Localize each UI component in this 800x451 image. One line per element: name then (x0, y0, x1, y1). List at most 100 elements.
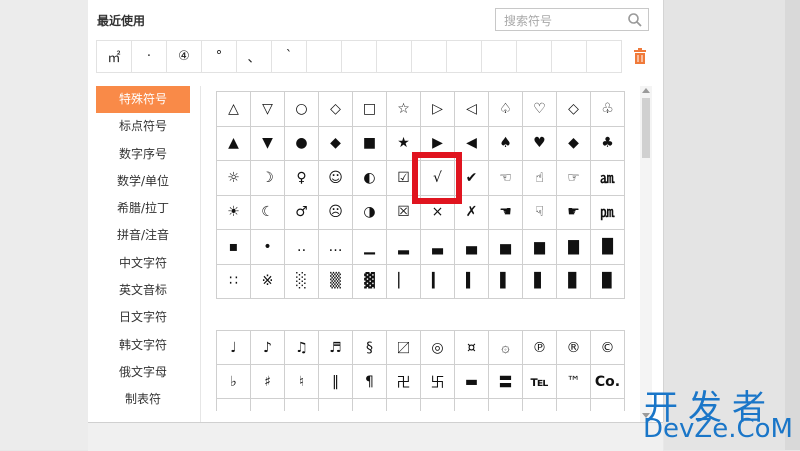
recent-symbol-cell[interactable] (482, 41, 517, 72)
symbol-cell[interactable]: ▁ (353, 230, 387, 265)
symbol-cell[interactable]: ♯ (251, 365, 285, 399)
symbol-cell[interactable]: █ (591, 230, 625, 265)
symbol-cell[interactable]: ☚ (489, 195, 523, 230)
recent-symbol-cell[interactable]: ㎡ (97, 41, 132, 72)
scroll-up-icon[interactable] (642, 88, 650, 93)
symbol-cell[interactable]: ※ (251, 264, 285, 299)
sidebar-item[interactable]: 制表符 (96, 386, 190, 413)
recent-symbol-cell[interactable]: ④ (167, 41, 202, 72)
symbol-cell[interactable]: ▽ (251, 92, 285, 127)
sidebar-item[interactable]: 俄文字母 (96, 359, 190, 386)
trash-icon[interactable] (633, 48, 647, 64)
symbol-cell[interactable]: ◁ (455, 92, 489, 127)
recent-symbol-cell[interactable] (377, 41, 412, 72)
symbol-cell[interactable]: ☽ (251, 161, 285, 196)
symbol-cell[interactable]: ◎ (421, 331, 455, 365)
sidebar-item[interactable]: 希腊/拉丁 (96, 195, 190, 222)
symbol-cell[interactable]: ¶ (353, 365, 387, 399)
symbol-cell[interactable] (387, 399, 421, 411)
symbol-cell[interactable]: ☀ (217, 195, 251, 230)
symbol-cell[interactable]: ▒ (319, 264, 353, 299)
symbol-cell[interactable]: ◇ (319, 92, 353, 127)
symbol-cell[interactable]: ▪ (217, 230, 251, 265)
symbol-cell[interactable]: ◐ (353, 161, 387, 196)
symbol-cell[interactable]: ♠ (489, 126, 523, 161)
recent-symbol-cell[interactable] (307, 41, 342, 72)
symbol-cell[interactable]: ∷ (217, 264, 251, 299)
symbol-cell[interactable]: ♤ (489, 92, 523, 127)
symbol-cell[interactable]: 〓 (489, 365, 523, 399)
symbol-cell[interactable]: ◆ (557, 126, 591, 161)
sidebar-item[interactable]: 特殊符号 (96, 86, 190, 114)
symbol-cell[interactable]: ☆ (387, 92, 421, 127)
symbol-cell[interactable]: ◑ (353, 195, 387, 230)
symbol-cell[interactable]: ☞ (557, 161, 591, 196)
symbol-cell[interactable] (421, 399, 455, 411)
symbol-cell[interactable]: ☼ (217, 161, 251, 196)
recent-symbol-cell[interactable] (587, 41, 622, 72)
search-input[interactable] (502, 10, 626, 31)
symbol-cell[interactable]: ▋ (523, 264, 557, 299)
symbol-cell[interactable]: ▷ (421, 92, 455, 127)
symbol-cell[interactable] (557, 399, 591, 411)
scrollbar-thumb[interactable] (642, 98, 650, 158)
symbol-cell[interactable]: ▬ (455, 365, 489, 399)
symbol-cell[interactable]: ▲ (217, 126, 251, 161)
symbol-cell[interactable]: ▃ (421, 230, 455, 265)
symbol-cell[interactable]: ♮ (285, 365, 319, 399)
symbol-cell[interactable]: ■ (353, 126, 387, 161)
symbol-cell[interactable]: ㏘ (591, 195, 625, 230)
symbol-cell[interactable]: ◇ (557, 92, 591, 127)
sidebar-item[interactable]: 数学/单位 (96, 168, 190, 195)
symbol-cell[interactable]: ‖ (319, 365, 353, 399)
symbol-cell[interactable]: ▍ (455, 264, 489, 299)
symbol-cell[interactable]: ▇ (557, 230, 591, 265)
symbol-cell[interactable]: ♫ (285, 331, 319, 365)
symbol-cell[interactable]: ♣ (591, 126, 625, 161)
symbol-cell[interactable] (319, 399, 353, 411)
symbol-cell[interactable]: ☛ (557, 195, 591, 230)
symbol-cell[interactable]: ♡ (523, 92, 557, 127)
symbol-cell[interactable]: Co. (591, 365, 625, 399)
symbol-cell[interactable]: ▊ (557, 264, 591, 299)
symbol-cell[interactable]: ▼ (251, 126, 285, 161)
symbol-cell[interactable] (455, 399, 489, 411)
symbol-cell[interactable] (217, 399, 251, 411)
symbol-cell[interactable]: © (591, 331, 625, 365)
symbol-cell[interactable]: ▆ (523, 230, 557, 265)
sidebar-item[interactable]: 数字序号 (96, 141, 190, 168)
symbol-cell[interactable]: ♪ (251, 331, 285, 365)
sidebar-item[interactable]: 拼音/注音 (96, 222, 190, 249)
sidebar-item[interactable]: 日文字符 (96, 304, 190, 331)
search-icon[interactable] (627, 12, 643, 28)
symbol-cell[interactable]: ♬ (319, 331, 353, 365)
recent-symbol-cell[interactable] (552, 41, 587, 72)
symbol-cell[interactable]: ♥ (523, 126, 557, 161)
symbol-cell[interactable]: ♩ (217, 331, 251, 365)
symbol-cell[interactable]: § (353, 331, 387, 365)
symbol-cell[interactable]: ▅ (489, 230, 523, 265)
symbol-cell[interactable]: ○ (285, 92, 319, 127)
recent-symbol-cell[interactable] (517, 41, 552, 72)
recent-symbol-cell[interactable] (412, 41, 447, 72)
symbol-cell[interactable]: ¤ (455, 331, 489, 365)
symbol-cell[interactable]: ☟ (523, 195, 557, 230)
symbol-cell[interactable] (489, 399, 523, 411)
sidebar-item[interactable]: 英文音标 (96, 277, 190, 304)
symbol-cell[interactable]: ░ (285, 264, 319, 299)
symbol-cell[interactable]: 卐 (421, 365, 455, 399)
symbol-cell[interactable]: ● (285, 126, 319, 161)
recent-symbol-cell[interactable]: 、 (237, 41, 272, 72)
symbol-cell[interactable] (523, 399, 557, 411)
symbol-cell[interactable]: 卍 (387, 365, 421, 399)
symbol-cell[interactable]: ™ (557, 365, 591, 399)
symbol-cell[interactable]: ® (557, 331, 591, 365)
symbol-cell[interactable]: ㏂ (591, 161, 625, 196)
symbol-cell[interactable]: △ (217, 92, 251, 127)
symbol-cell[interactable] (285, 399, 319, 411)
symbol-cell[interactable] (353, 399, 387, 411)
symbol-cell[interactable]: ℡ (523, 365, 557, 399)
symbol-cell[interactable] (251, 399, 285, 411)
symbol-cell[interactable]: ♀ (285, 161, 319, 196)
symbol-cell[interactable]: ▂ (387, 230, 421, 265)
